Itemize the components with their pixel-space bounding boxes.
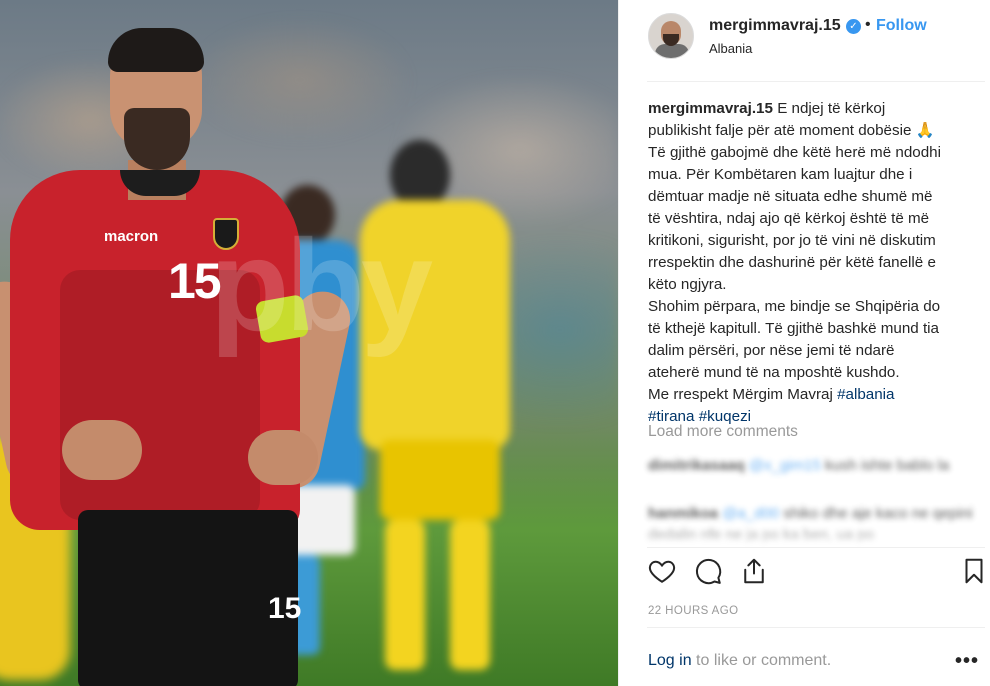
share-icon[interactable] [739,556,769,586]
shorts-number: 15 [268,592,302,625]
heart-icon[interactable] [647,556,677,586]
post-caption: mergimmavraj.15 E ndjej të kërkoj publik… [648,98,980,428]
caption-line: dalim përsëri, por nëse jemi të ndarë [648,342,895,359]
login-prompt-text: to like or comment. [691,652,832,669]
post-location[interactable]: Albania [709,41,752,56]
caption-line: ateherë mund të na mposhtë kushdo. [648,364,900,381]
caption-line: rrespektin dhe dashurinë për këtë fanell… [648,254,936,271]
comment-item: dimitrikasaaq @x_gim15 kush ishte bablo … [648,455,978,477]
divider [647,81,985,82]
caption-line: të vështira, ndaj ajo që kërkoj është të… [648,210,930,227]
load-more-comments-button[interactable]: Load more comments [648,423,798,441]
login-prompt: Log in to like or comment. [648,652,831,670]
bookmark-icon[interactable] [959,556,989,586]
comment-username[interactable]: dimitrikasaaq [648,457,745,474]
caption-line: dëmtuar madje në situata edhe shumë më [648,188,933,205]
post-timestamp: 22 HOURS AGO [648,605,739,617]
divider [647,627,985,628]
comment-mention[interactable]: @x_gim15 [749,457,821,474]
caption-line: Të gjithë gabojmë dhe këtë herë më ndodh… [648,144,941,161]
caption-line: të kthejë kapitull. Të gjithë bashkë mun… [648,320,939,337]
caption-line: publikisht falje për atë moment dobësie … [648,122,935,139]
caption-line: Shohim përpara, me bindje se Shqipëria d… [648,298,941,315]
caption-line: kritikoni, sigurisht, por jo të vini në … [648,232,936,249]
caption-line: mua. Për Kombëtaren kam luajtur dhe i [648,166,913,183]
caption-line: Me rrespekt Mërgim Mavraj [648,386,833,403]
login-link[interactable]: Log in [648,652,692,669]
post-photo[interactable]: macron 15 15 pby [0,0,618,686]
comments-fade [619,520,990,550]
post-side-panel: mergimmavraj.15 ✓ • Follow Albania mergi… [618,0,990,686]
post-username[interactable]: mergimmavraj.15 [709,17,841,35]
more-options-icon[interactable]: ••• [955,650,979,673]
black-shorts [78,510,298,686]
post-header: mergimmavraj.15 ✓ • Follow Albania [619,0,990,82]
avatar[interactable] [648,13,694,59]
jersey-sponsor-logo: macron [104,228,159,245]
header-separator-dot: • [865,16,871,33]
divider [647,547,985,548]
caption-username[interactable]: mergimmavraj.15 [648,100,773,117]
comment-text: kush ishte bablo la [825,457,950,474]
follow-button[interactable]: Follow [876,17,927,35]
hashtag-link[interactable]: #albania [837,386,894,403]
verified-badge-icon: ✓ [846,19,861,34]
comment-icon[interactable] [693,556,723,586]
caption-line: E ndjej të kërkoj [777,100,886,117]
photo-watermark: pby [210,212,433,358]
caption-line: këto ngjyra. [648,276,727,293]
